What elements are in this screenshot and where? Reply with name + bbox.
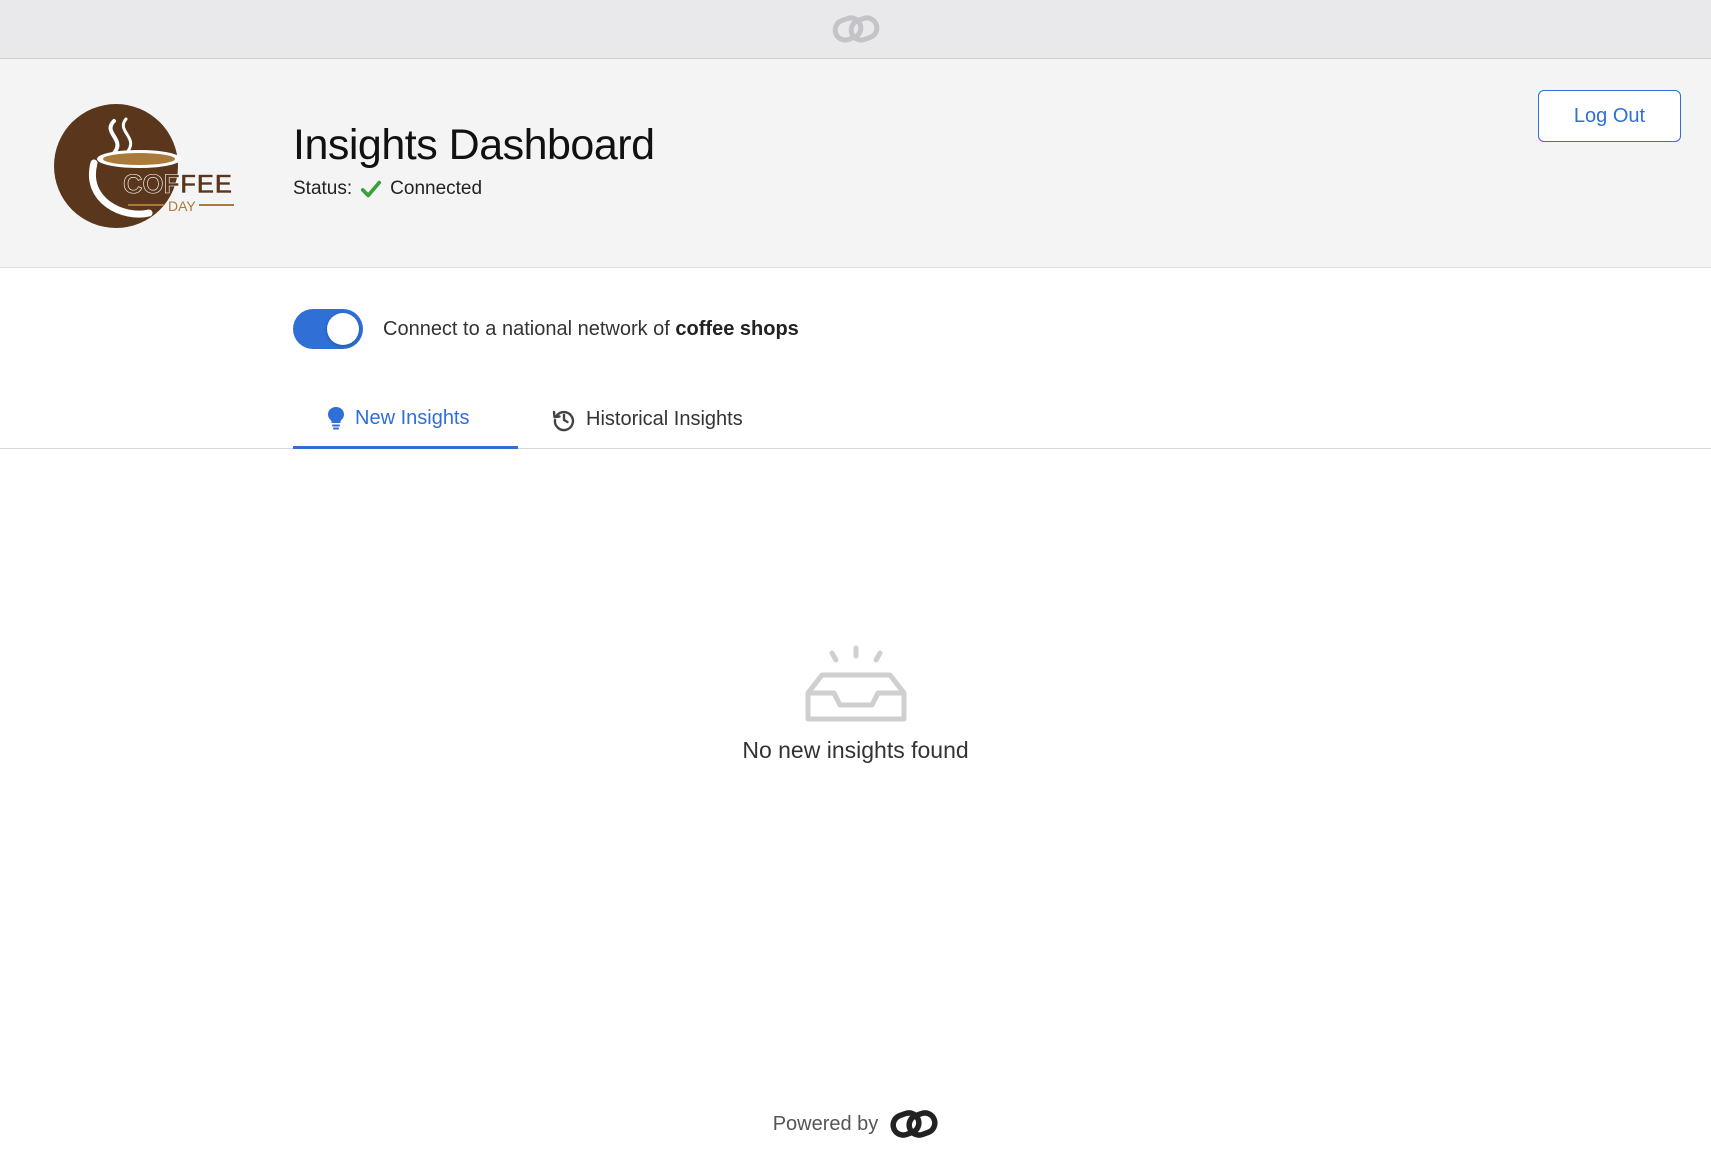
lightbulb-icon	[328, 407, 344, 430]
empty-state-message: No new insights found	[742, 737, 969, 763]
toggle-label-prefix: Connect to a national network of	[383, 317, 670, 340]
toggle-knob	[327, 313, 359, 345]
footer: Powered by	[0, 1108, 1711, 1140]
tab-new-insights-label: New Insights	[355, 406, 470, 429]
empty-state: No new insights found	[0, 645, 1711, 764]
history-icon	[552, 410, 575, 431]
tab-new-insights[interactable]: New Insights	[293, 390, 518, 449]
tab-historical-insights-label: Historical Insights	[586, 408, 743, 430]
connection-status: Status: Connected	[293, 178, 482, 200]
logo-text-main: COFFEE	[123, 169, 233, 199]
page-title: Insights Dashboard	[293, 121, 655, 169]
logout-button[interactable]: Log Out	[1538, 90, 1681, 142]
powered-by-text: Powered by	[772, 1112, 879, 1135]
top-bar	[0, 0, 1711, 59]
coffee-day-logo: COFFEE DAY	[54, 104, 234, 228]
header: COFFEE DAY Insights Dashboard Status: Co…	[0, 59, 1711, 268]
toggle-label-bold: coffee shops	[675, 317, 799, 340]
status-label: Status:	[293, 178, 353, 199]
network-toggle-label: Connect to a national network of coffee …	[383, 318, 799, 341]
chain-link-logo-icon	[890, 1110, 938, 1138]
network-toggle-row: Connect to a national network of coffee …	[293, 309, 799, 349]
insights-tabs: New Insights Historical Insights	[0, 390, 1711, 449]
network-toggle[interactable]	[293, 309, 363, 349]
tab-historical-insights[interactable]: Historical Insights	[518, 390, 777, 449]
checkmark-icon	[361, 180, 382, 198]
empty-inbox-icon	[805, 645, 906, 722]
logo-text-sub: DAY	[168, 198, 196, 214]
status-value: Connected	[390, 178, 483, 199]
chain-link-logo-icon	[832, 15, 879, 43]
